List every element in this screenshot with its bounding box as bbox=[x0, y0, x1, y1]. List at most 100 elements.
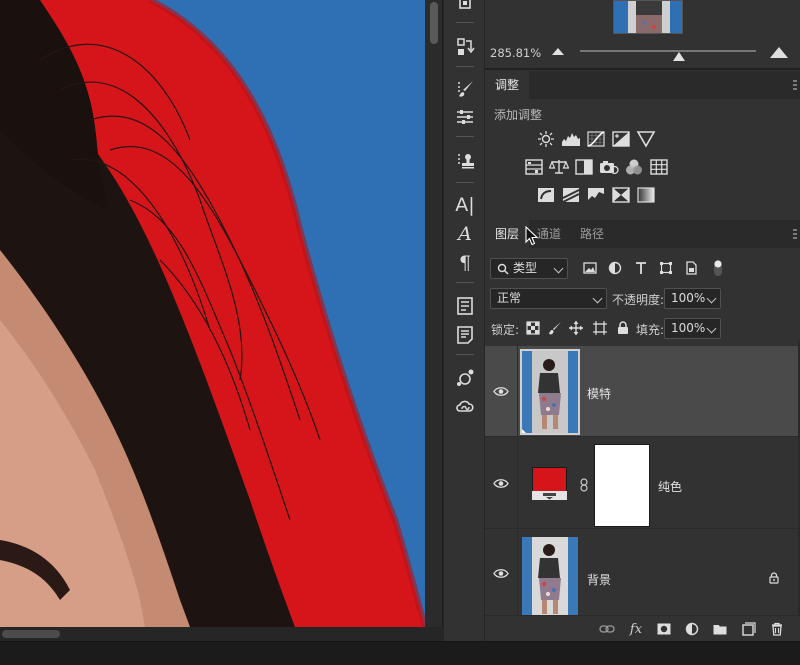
lock-all-icon[interactable] bbox=[615, 320, 631, 336]
layer-visibility-toggle[interactable] bbox=[485, 346, 518, 437]
navigator-thumbnail[interactable] bbox=[613, 0, 683, 34]
threshold-icon[interactable] bbox=[586, 186, 606, 204]
filter-toggle[interactable] bbox=[710, 258, 726, 278]
gradient-map-icon[interactable] bbox=[636, 186, 656, 204]
layer-visibility-toggle[interactable] bbox=[485, 530, 518, 616]
history-panel-icon[interactable] bbox=[450, 34, 480, 60]
link-icon[interactable] bbox=[580, 478, 588, 492]
layer-row-model[interactable]: 模特 bbox=[485, 346, 798, 437]
filter-pixel-layers-icon[interactable] bbox=[582, 260, 598, 276]
blend-mode-value: 正常 bbox=[497, 291, 522, 305]
eye-icon bbox=[493, 568, 509, 578]
layer-lock-icon[interactable] bbox=[768, 572, 780, 584]
black-white-icon[interactable] bbox=[574, 158, 594, 176]
layer-thumbnail[interactable] bbox=[522, 537, 578, 616]
layer-name[interactable]: 纯色 bbox=[658, 478, 682, 495]
layer-visibility-toggle[interactable] bbox=[485, 438, 518, 529]
invert-icon[interactable] bbox=[536, 186, 556, 204]
photo-filter-icon[interactable] bbox=[599, 158, 619, 176]
status-bar bbox=[0, 641, 800, 665]
chevron-down-icon[interactable] bbox=[706, 323, 717, 334]
filter-shape-layers-icon[interactable] bbox=[658, 260, 674, 276]
filter-adjustment-layers-icon[interactable] bbox=[607, 260, 623, 276]
channel-mixer-icon[interactable] bbox=[624, 158, 644, 176]
exposure-icon[interactable] bbox=[611, 130, 631, 148]
zoom-out-icon[interactable] bbox=[552, 47, 564, 55]
share-panel-icon[interactable] bbox=[450, 365, 480, 391]
fill-input[interactable]: 100% bbox=[664, 318, 721, 339]
zoom-slider-handle[interactable] bbox=[672, 52, 685, 61]
tab-adjustments[interactable]: 调整 bbox=[485, 71, 530, 99]
hue-saturation-icon[interactable] bbox=[524, 158, 544, 176]
layer-name[interactable]: 模特 bbox=[587, 385, 611, 402]
color-balance-icon[interactable] bbox=[548, 158, 570, 176]
lock-artboard-icon[interactable] bbox=[592, 320, 608, 336]
scrollbar-thumb[interactable] bbox=[430, 2, 438, 44]
paragraph-panel-icon[interactable]: ¶ bbox=[450, 250, 480, 276]
lock-image-pixels-icon[interactable] bbox=[547, 320, 563, 336]
posterize-icon[interactable] bbox=[561, 186, 581, 204]
filter-type-layers-icon[interactable] bbox=[633, 260, 649, 276]
lock-position-icon[interactable] bbox=[568, 320, 584, 336]
layer-mask-thumbnail[interactable] bbox=[594, 444, 650, 527]
new-adjustment-layer-icon[interactable] bbox=[684, 621, 700, 637]
solid-color-thumbnail[interactable] bbox=[532, 467, 567, 500]
opacity-label: 不透明度: bbox=[612, 293, 665, 307]
canvas-vertical-scrollbar[interactable] bbox=[425, 0, 443, 627]
layer-filter-select[interactable]: 类型 bbox=[490, 258, 568, 279]
zoom-in-icon[interactable] bbox=[770, 47, 788, 58]
opacity-input[interactable]: 100% bbox=[664, 288, 721, 309]
blend-mode-select[interactable]: 正常 bbox=[490, 288, 607, 309]
add-layer-mask-icon[interactable] bbox=[656, 621, 672, 637]
mouse-cursor-icon bbox=[525, 226, 539, 246]
notes-panel-icon[interactable] bbox=[450, 322, 480, 348]
delete-layer-trash-icon[interactable] bbox=[769, 621, 785, 637]
layer-row-solid-color[interactable]: 纯色 bbox=[485, 438, 798, 529]
new-layer-icon[interactable] bbox=[740, 621, 756, 637]
filter-kind-label: 类型 bbox=[513, 261, 538, 275]
fill-label: 填充: bbox=[636, 323, 665, 337]
lock-transparent-pixels-icon[interactable] bbox=[525, 320, 541, 336]
filter-smart-objects-icon[interactable] bbox=[683, 260, 699, 276]
tab-layers[interactable]: 图层 bbox=[485, 220, 530, 248]
layers-panel-footer: fx bbox=[485, 615, 800, 641]
libraries-panel-icon[interactable] bbox=[450, 293, 480, 319]
divider bbox=[456, 66, 474, 67]
canvas-horizontal-scrollbar[interactable] bbox=[0, 627, 443, 641]
scrollbar-thumb[interactable] bbox=[2, 630, 60, 638]
new-group-folder-icon[interactable] bbox=[712, 621, 728, 637]
lock-label: 锁定: bbox=[491, 323, 520, 337]
properties-panel-icon[interactable] bbox=[450, 104, 480, 130]
link-layers-icon[interactable] bbox=[599, 621, 615, 637]
adjustments-title: 添加调整 bbox=[494, 108, 543, 122]
color-lookup-icon[interactable] bbox=[649, 158, 669, 176]
creative-cloud-icon[interactable] bbox=[450, 394, 480, 420]
curves-icon[interactable] bbox=[586, 130, 606, 148]
selective-color-icon[interactable] bbox=[611, 186, 631, 204]
smart-object-badge-icon bbox=[522, 429, 526, 433]
vibrance-icon[interactable] bbox=[636, 130, 656, 148]
levels-icon[interactable] bbox=[561, 130, 581, 148]
tab-paths[interactable]: 路径 bbox=[570, 220, 614, 248]
layer-style-fx-icon[interactable]: fx bbox=[628, 621, 644, 637]
divider bbox=[456, 182, 474, 183]
layer-thumbnail[interactable] bbox=[520, 349, 580, 435]
panel-menu-icon[interactable] bbox=[792, 228, 798, 240]
chevron-down-icon bbox=[553, 263, 564, 274]
layer-row-background[interactable]: 背景 bbox=[485, 530, 798, 616]
opacity-value: 100% bbox=[671, 291, 706, 305]
character-panel-icon[interactable]: A| bbox=[450, 192, 480, 218]
clone-source-panel-icon[interactable] bbox=[450, 148, 480, 174]
brushes-panel-icon[interactable] bbox=[450, 76, 480, 102]
layer-name[interactable]: 背景 bbox=[587, 571, 611, 588]
document-canvas[interactable] bbox=[0, 0, 425, 627]
brightness-contrast-icon[interactable] bbox=[536, 130, 556, 148]
zoom-slider[interactable] bbox=[580, 50, 756, 52]
glyphs-panel-icon[interactable]: A bbox=[450, 221, 480, 247]
chevron-down-icon bbox=[592, 293, 603, 304]
chevron-down-icon[interactable] bbox=[706, 293, 717, 304]
panel-menu-icon[interactable] bbox=[792, 79, 798, 91]
adjustments-tabbar: 调整 bbox=[485, 71, 800, 99]
navigator-panel-icon[interactable] bbox=[450, 0, 480, 18]
divider bbox=[456, 282, 474, 283]
